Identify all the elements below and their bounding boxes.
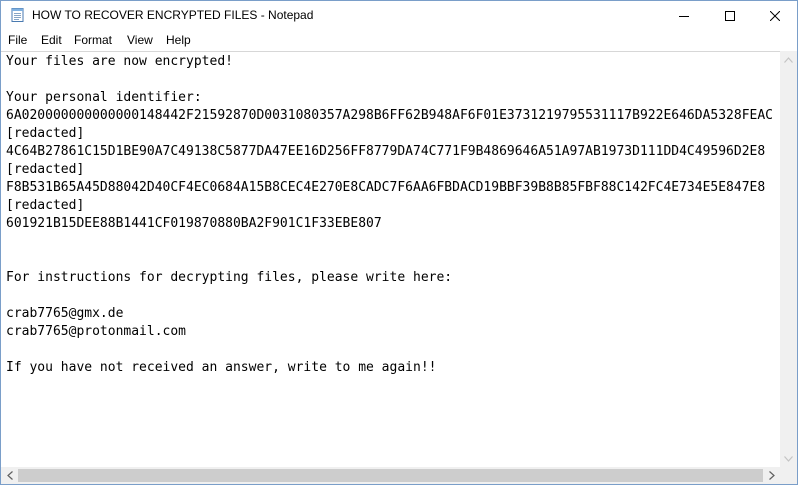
close-button[interactable]: [752, 1, 797, 30]
text-line: 601921B15DEE88B1441CF019870880BA2F901C1F…: [6, 216, 382, 231]
menu-edit[interactable]: Edit: [41, 33, 62, 48]
minimize-icon: [679, 15, 689, 17]
notepad-icon[interactable]: [10, 7, 26, 23]
text-line: Your files are now encrypted!: [6, 54, 233, 69]
text-line: [redacted]: [6, 198, 85, 213]
scroll-up-button[interactable]: [780, 51, 797, 68]
chevron-down-icon: [784, 455, 793, 462]
horizontal-scroll-thumb[interactable]: [18, 469, 763, 482]
text-line: For instructions for decrypting files, p…: [6, 270, 453, 285]
menu-format[interactable]: Format: [74, 33, 112, 48]
maximize-icon: [725, 10, 735, 21]
text-line: crab7765@gmx.de: [6, 306, 124, 321]
scroll-down-button[interactable]: [780, 450, 797, 467]
scroll-left-button[interactable]: [1, 467, 18, 484]
menu-file[interactable]: File: [8, 33, 27, 48]
scrollbar-corner: [780, 467, 797, 484]
scroll-right-button[interactable]: [763, 467, 780, 484]
chevron-right-icon: [768, 471, 775, 480]
menu-help[interactable]: Help: [166, 33, 191, 48]
menu-view[interactable]: View: [127, 33, 153, 48]
title-bar[interactable]: HOW TO RECOVER ENCRYPTED FILES - Notepad: [1, 1, 797, 30]
text-line: If you have not received an answer, writ…: [6, 360, 437, 375]
text-line: [redacted]: [6, 162, 85, 177]
vertical-scrollbar[interactable]: [780, 51, 797, 467]
horizontal-scrollbar[interactable]: [1, 467, 780, 484]
minimize-button[interactable]: [661, 1, 707, 30]
maximize-button[interactable]: [707, 1, 753, 30]
text-line: crab7765@protonmail.com: [6, 324, 187, 339]
vertical-scroll-track[interactable]: [782, 68, 795, 450]
text-editor[interactable]: Your files are now encrypted! Your perso…: [1, 51, 780, 467]
notepad-window: HOW TO RECOVER ENCRYPTED FILES - Notepad…: [0, 0, 798, 485]
window-title: HOW TO RECOVER ENCRYPTED FILES - Notepad: [32, 8, 314, 22]
text-line: Your personal identifier:: [6, 90, 202, 105]
menu-bar: File Edit Format View Help: [1, 30, 797, 51]
close-icon: [770, 10, 780, 21]
chevron-up-icon: [784, 56, 793, 63]
text-line: 6A020000000000000148442F21592870D0031080…: [6, 108, 774, 123]
text-line: F8B531B65A45D88042D40CF4EC0684A15B8CEC4E…: [6, 180, 766, 195]
text-line: [redacted]: [6, 126, 85, 141]
text-line: 4C64B27861C15D1BE90A7C49138C5877DA47EE16…: [6, 144, 766, 159]
chevron-left-icon: [6, 471, 13, 480]
